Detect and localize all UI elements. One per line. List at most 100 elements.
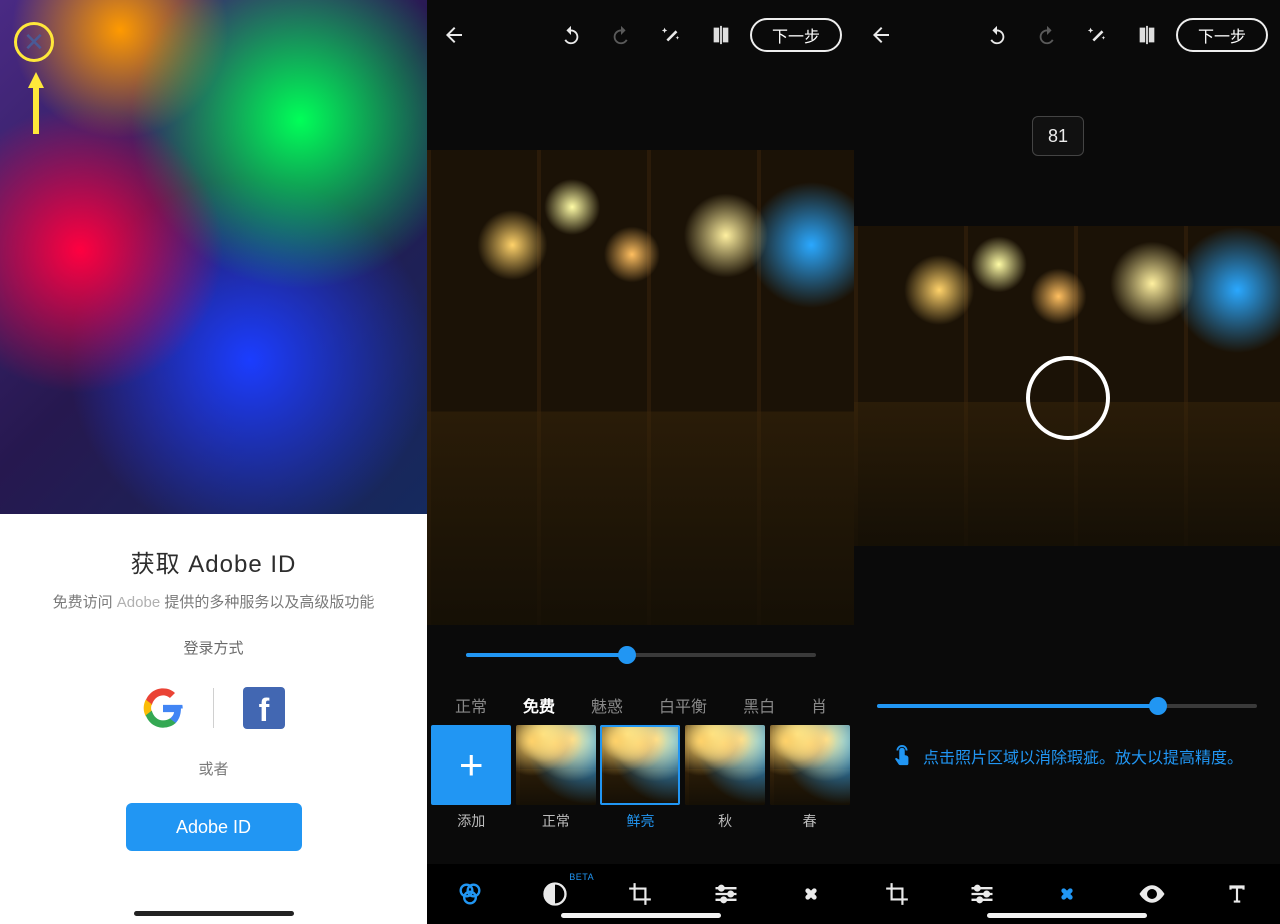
panel-heal: 下一步 81 点击照片区域以消除瑕疵。放大以提高精度。 <box>854 0 1280 924</box>
category-tab[interactable]: 正常 <box>437 693 505 717</box>
home-indicator <box>987 913 1147 918</box>
plus-icon: + <box>431 725 511 805</box>
heal-brush-indicator[interactable] <box>1026 356 1110 440</box>
compare-icon <box>1136 24 1158 46</box>
back-button[interactable] <box>860 14 902 56</box>
compare-button[interactable] <box>700 14 742 56</box>
filter-label: 鲜亮 <box>626 811 654 831</box>
brush-size-slider-row <box>854 686 1280 726</box>
tool-tab-crop[interactable] <box>872 874 922 914</box>
slider-knob[interactable] <box>618 646 636 664</box>
tool-tab-text[interactable] <box>1212 874 1262 914</box>
intensity-slider-row <box>427 625 854 685</box>
auto-enhance-button[interactable] <box>650 14 692 56</box>
slider-knob[interactable] <box>1149 697 1167 715</box>
tool-tab-adjust[interactable] <box>701 874 751 914</box>
tool-tab-eye[interactable] <box>1127 874 1177 914</box>
redo-icon <box>1036 24 1058 46</box>
heal-icon <box>1053 880 1081 908</box>
photo-canvas[interactable] <box>427 150 854 625</box>
google-login-button[interactable] <box>113 680 213 736</box>
undo-button[interactable] <box>976 14 1018 56</box>
filter-item[interactable]: 鲜亮 <box>600 725 681 835</box>
beta-badge: BETA <box>569 872 594 882</box>
compare-button[interactable] <box>1126 14 1168 56</box>
filter-thumbnail <box>770 725 850 805</box>
tool-tab-crop[interactable] <box>615 874 665 914</box>
panel-filters: 下一步 正常免费魅惑白平衡黑白肖 +添加正常鲜亮秋春 BETA <box>427 0 854 924</box>
top-toolbar: 下一步 <box>427 0 854 70</box>
filter-item[interactable]: 春 <box>769 725 850 835</box>
arrow-left-icon <box>869 23 893 47</box>
photo-canvas[interactable] <box>854 226 1280 546</box>
arrow-stem <box>33 86 39 134</box>
redo-button[interactable] <box>600 14 642 56</box>
filter-label: 春 <box>803 811 817 831</box>
filter-item[interactable]: 正常 <box>516 725 597 835</box>
close-icon[interactable]: ✕ <box>23 29 45 55</box>
slider-fill <box>877 704 1158 708</box>
compare-icon <box>710 24 732 46</box>
adjust-icon <box>968 880 996 908</box>
google-logo-icon <box>142 687 184 729</box>
undo-button[interactable] <box>550 14 592 56</box>
tool-tab-heal[interactable] <box>1042 874 1092 914</box>
login-block: 获取 Adobe ID 免费访问 Adobe 提供的多种服务以及高级版功能 登录… <box>0 514 427 851</box>
tool-tab-looks[interactable] <box>445 874 495 914</box>
crop-icon <box>627 881 653 907</box>
facebook-login-button[interactable]: f <box>214 680 314 736</box>
highlight-ring: ✕ <box>14 22 54 62</box>
next-button[interactable]: 下一步 <box>1176 18 1268 52</box>
facebook-logo-icon: f <box>243 687 285 729</box>
filter-thumbnail <box>516 725 596 805</box>
login-title: 获取 Adobe ID <box>20 544 407 579</box>
redo-button[interactable] <box>1026 14 1068 56</box>
filter-label: 添加 <box>457 811 485 831</box>
filter-item[interactable]: + 添加 <box>431 725 512 835</box>
effects-icon <box>541 880 569 908</box>
category-tab[interactable]: 白平衡 <box>641 693 725 717</box>
text-icon <box>1224 881 1250 907</box>
undo-icon <box>560 24 582 46</box>
category-tab[interactable]: 魅惑 <box>573 693 641 717</box>
magic-wand-icon <box>1086 24 1108 46</box>
auto-enhance-button[interactable] <box>1076 14 1118 56</box>
brush-size-badge: 81 <box>1032 116 1084 156</box>
panel-login: ✕ 获取 Adobe ID 免费访问 Adobe 提供的多种服务以及高级版功能 … <box>0 0 427 924</box>
category-tab[interactable]: 免费 <box>505 693 573 717</box>
tool-tab-adjust[interactable] <box>957 874 1007 914</box>
filter-category-tabs: 正常免费魅惑白平衡黑白肖 <box>427 685 854 725</box>
adobe-id-button[interactable]: Adobe ID <box>126 803 302 851</box>
looks-icon <box>456 880 484 908</box>
magic-wand-icon <box>660 24 682 46</box>
adjust-icon <box>712 880 740 908</box>
home-indicator <box>134 911 294 916</box>
photo-content <box>427 150 854 625</box>
next-button[interactable]: 下一步 <box>750 18 842 52</box>
category-tab[interactable]: 黑白 <box>725 693 793 717</box>
home-indicator <box>561 913 721 918</box>
login-method-label: 登录方式 <box>20 637 407 658</box>
tap-icon <box>891 745 913 767</box>
or-label: 或者 <box>20 758 407 779</box>
undo-icon <box>986 24 1008 46</box>
arrow-left-icon <box>442 23 466 47</box>
back-button[interactable] <box>433 14 475 56</box>
slider-fill <box>466 653 627 657</box>
filter-label: 正常 <box>542 811 570 831</box>
filter-thumbnail <box>685 725 765 805</box>
intensity-slider[interactable] <box>466 653 816 657</box>
crop-icon <box>884 881 910 907</box>
redo-icon <box>610 24 632 46</box>
filter-thumbnail <box>600 725 680 805</box>
filter-label: 秋 <box>718 811 732 831</box>
hint-text: 点击照片区域以消除瑕疵。放大以提高精度。 <box>923 744 1243 768</box>
top-toolbar: 下一步 <box>854 0 1280 70</box>
category-tab[interactable]: 肖 <box>793 693 845 717</box>
tool-tab-effects[interactable]: BETA <box>530 874 580 914</box>
social-row: f <box>20 680 407 736</box>
brush-size-slider[interactable] <box>877 704 1257 708</box>
filter-item[interactable]: 秋 <box>685 725 766 835</box>
tool-tab-heal[interactable] <box>786 874 836 914</box>
heal-icon <box>797 880 825 908</box>
